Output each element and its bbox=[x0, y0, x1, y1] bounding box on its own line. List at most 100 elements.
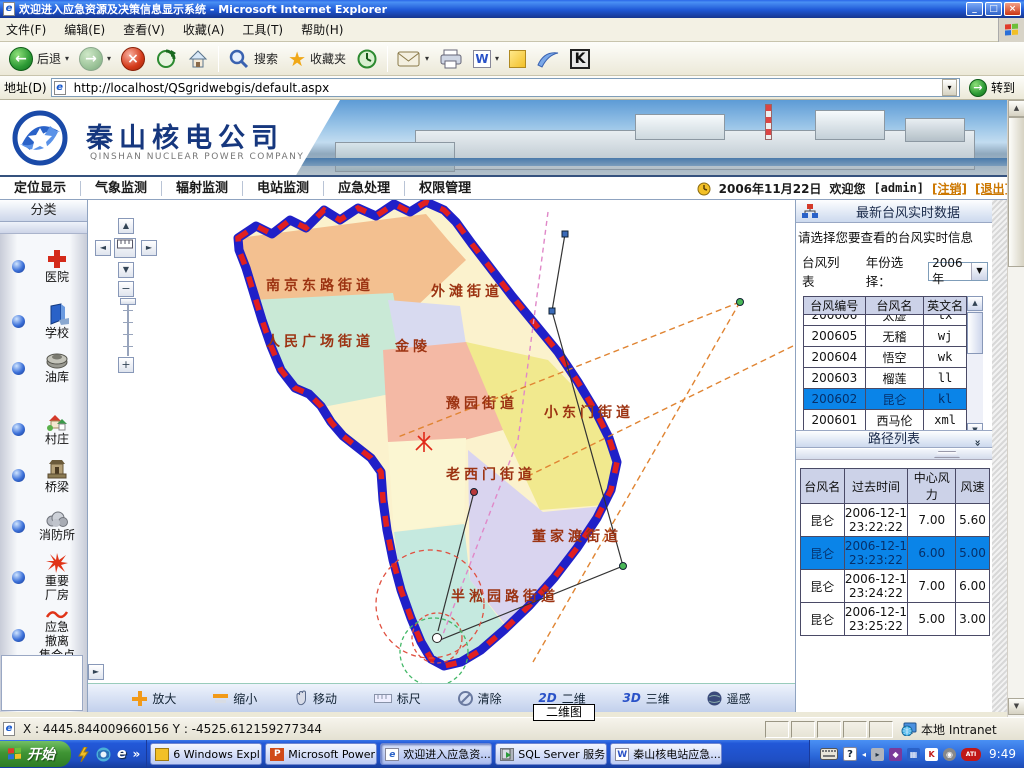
sphere-bullet-icon[interactable] bbox=[12, 571, 25, 584]
typhoon-center-marker[interactable] bbox=[433, 634, 442, 643]
exit-link[interactable]: [退出] bbox=[975, 180, 1010, 197]
stop-button[interactable]: × bbox=[116, 45, 150, 73]
discuss-button[interactable] bbox=[531, 47, 565, 71]
task-sql-server[interactable]: SQL Server 服务... bbox=[495, 743, 607, 765]
scroll-thumb[interactable] bbox=[1008, 117, 1024, 267]
tray-antivirus-icon[interactable]: K bbox=[925, 748, 938, 761]
sphere-bullet-icon[interactable] bbox=[12, 260, 25, 273]
typhoon-row[interactable]: 200606 太虚 tx bbox=[804, 315, 967, 326]
tray-volume-icon[interactable]: ◉ bbox=[943, 748, 956, 761]
panel-splitter[interactable] bbox=[796, 449, 992, 460]
typhoon-row[interactable]: 200604 悟空 wk bbox=[804, 347, 967, 368]
back-dropdown-icon[interactable]: ▾ bbox=[65, 54, 69, 63]
zoom-in-tool[interactable]: 放大 bbox=[132, 690, 176, 707]
edit-word-button[interactable]: W ▾ bbox=[468, 48, 504, 70]
edit-dropdown-icon[interactable]: ▾ bbox=[495, 54, 499, 63]
nav-item-locate[interactable]: 定位显示 bbox=[0, 181, 81, 196]
nav-item-permission[interactable]: 权限管理 bbox=[405, 181, 485, 196]
sidebar-item-hospital[interactable]: 医院 bbox=[0, 248, 88, 284]
sidebar-header[interactable]: 分类 bbox=[0, 200, 87, 222]
menu-tools[interactable]: 工具(T) bbox=[242, 21, 283, 38]
typhoon-row[interactable]: 200603 榴莲 ll bbox=[804, 368, 967, 389]
sidebar-item-bridge[interactable]: 桥梁 bbox=[0, 456, 88, 494]
task-word-doc[interactable]: W 秦山核电站应急... bbox=[610, 743, 722, 765]
refresh-button[interactable] bbox=[150, 46, 182, 72]
sphere-bullet-icon[interactable] bbox=[12, 469, 25, 482]
sidebar-item-evacuation-point[interactable]: 应急 撤离 集合点 bbox=[0, 608, 88, 662]
start-button[interactable]: 开始 bbox=[0, 741, 71, 767]
logout-link[interactable]: [注销] bbox=[932, 180, 967, 197]
detail-row-selected[interactable]: 昆仑 2006-12-1 23:23:22 6.00 5.00 bbox=[801, 537, 990, 570]
k-tool-button[interactable]: K bbox=[565, 47, 595, 71]
desktop-icon[interactable] bbox=[96, 747, 111, 762]
maximize-button[interactable]: □ bbox=[985, 2, 1002, 16]
ie-quicklaunch-icon[interactable]: e bbox=[117, 746, 127, 762]
zoom-slider-thumb[interactable] bbox=[120, 298, 136, 305]
sidebar-item-plant[interactable]: 重要 厂房 bbox=[0, 552, 88, 602]
keyboard-icon[interactable] bbox=[820, 748, 838, 760]
notes-button[interactable] bbox=[504, 48, 531, 70]
nav-item-weather[interactable]: 气象监测 bbox=[81, 181, 162, 196]
sphere-bullet-icon[interactable] bbox=[12, 362, 25, 375]
minimize-button[interactable]: _ bbox=[966, 2, 983, 16]
nav-item-emergency[interactable]: 应急处理 bbox=[324, 181, 405, 196]
menu-favorites[interactable]: 收藏(A) bbox=[183, 21, 225, 38]
pan-tool[interactable]: 移动 bbox=[294, 690, 337, 707]
tray-app-icon[interactable]: ◆ bbox=[889, 748, 902, 761]
zoom-in-step-button[interactable]: + bbox=[118, 357, 134, 373]
tray-collapse-icon[interactable]: ◂ bbox=[862, 750, 866, 759]
track-point-green[interactable] bbox=[620, 563, 627, 570]
pan-down-button[interactable]: ▼ bbox=[118, 262, 134, 278]
track-point-green[interactable] bbox=[737, 299, 744, 306]
ruler-tool[interactable]: 标尺 bbox=[374, 690, 421, 707]
sidebar-item-school[interactable]: 学校 bbox=[0, 302, 88, 340]
sphere-bullet-icon[interactable] bbox=[12, 423, 25, 436]
forward-dropdown-icon[interactable]: ▾ bbox=[107, 54, 111, 63]
typhoon-row[interactable]: 200601 西马伦 xml bbox=[804, 410, 967, 431]
menu-file[interactable]: 文件(F) bbox=[6, 21, 46, 38]
map-canvas[interactable]: 南京东路街道 外滩街道 人民广场街道 金陵 豫园街道 小东门街道 老西门街道 董… bbox=[88, 200, 795, 683]
menu-view[interactable]: 查看(V) bbox=[123, 21, 165, 38]
history-button[interactable] bbox=[351, 46, 383, 72]
quicklaunch-overflow-icon[interactable]: » bbox=[133, 747, 141, 761]
sphere-bullet-icon[interactable] bbox=[12, 315, 25, 328]
scroll-up-icon[interactable]: ▲ bbox=[967, 296, 983, 311]
search-button[interactable]: 搜索 bbox=[223, 46, 283, 72]
year-select[interactable]: 2006年 ▼ bbox=[928, 262, 988, 281]
task-powerpoint[interactable]: P Microsoft PowerP... bbox=[265, 743, 377, 765]
tray-sql-icon[interactable]: ▸ bbox=[871, 748, 884, 761]
page-scrollbar[interactable]: ▲ ▼ bbox=[1007, 100, 1024, 717]
typhoon-row[interactable]: 200605 无稽 wj bbox=[804, 326, 967, 347]
pan-up-button[interactable]: ▲ bbox=[118, 218, 134, 234]
scroll-up-icon[interactable]: ▲ bbox=[1008, 100, 1024, 117]
home-button[interactable] bbox=[182, 46, 214, 72]
nav-item-station[interactable]: 电站监测 bbox=[243, 181, 324, 196]
sidebar-item-fire-station[interactable]: 消防所 bbox=[0, 510, 88, 542]
favorites-button[interactable]: ★ 收藏夹 bbox=[283, 45, 351, 73]
sidebar-item-oil-depot[interactable]: 油库 bbox=[0, 352, 88, 384]
path-list-bar[interactable]: 路径列表 » bbox=[796, 430, 992, 448]
sidebar-collapse-button[interactable]: ► bbox=[88, 664, 104, 680]
forward-button[interactable]: → ▾ bbox=[74, 45, 116, 73]
pan-left-button[interactable]: ◄ bbox=[95, 240, 111, 256]
year-select-dropdown-icon[interactable]: ▼ bbox=[971, 263, 987, 280]
remote-sensing-tool[interactable]: 遥感 bbox=[707, 690, 751, 707]
sphere-bullet-icon[interactable] bbox=[12, 520, 25, 533]
detail-row[interactable]: 昆仑 2006-12-1 23:25:22 5.00 3.00 bbox=[801, 603, 990, 636]
3d-view-tool[interactable]: 3D 三维 bbox=[622, 690, 669, 707]
splitter-handle-icon[interactable] bbox=[930, 451, 964, 458]
task-ie-active[interactable]: e 欢迎进入应急资... bbox=[380, 743, 492, 765]
typhoon-row-selected[interactable]: 200602 昆仑 kl bbox=[804, 389, 967, 410]
menu-help[interactable]: 帮助(H) bbox=[301, 21, 343, 38]
sidebar-item-village[interactable]: 村庄 bbox=[0, 412, 88, 446]
mail-dropdown-icon[interactable]: ▾ bbox=[425, 54, 429, 63]
zoom-out-step-button[interactable]: − bbox=[118, 281, 134, 297]
sphere-bullet-icon[interactable] bbox=[12, 629, 25, 642]
menu-edit[interactable]: 编辑(E) bbox=[64, 21, 105, 38]
track-point-red[interactable] bbox=[471, 489, 478, 496]
pan-right-button[interactable]: ► bbox=[141, 240, 157, 256]
detail-row[interactable]: 昆仑 2006-12-1 23:22:22 7.00 5.60 bbox=[801, 504, 990, 537]
collapse-chevron-icon[interactable]: » bbox=[968, 439, 986, 444]
tray-grid-icon[interactable]: ▦ bbox=[907, 748, 920, 761]
back-button[interactable]: ← 后退 ▾ bbox=[4, 45, 74, 73]
